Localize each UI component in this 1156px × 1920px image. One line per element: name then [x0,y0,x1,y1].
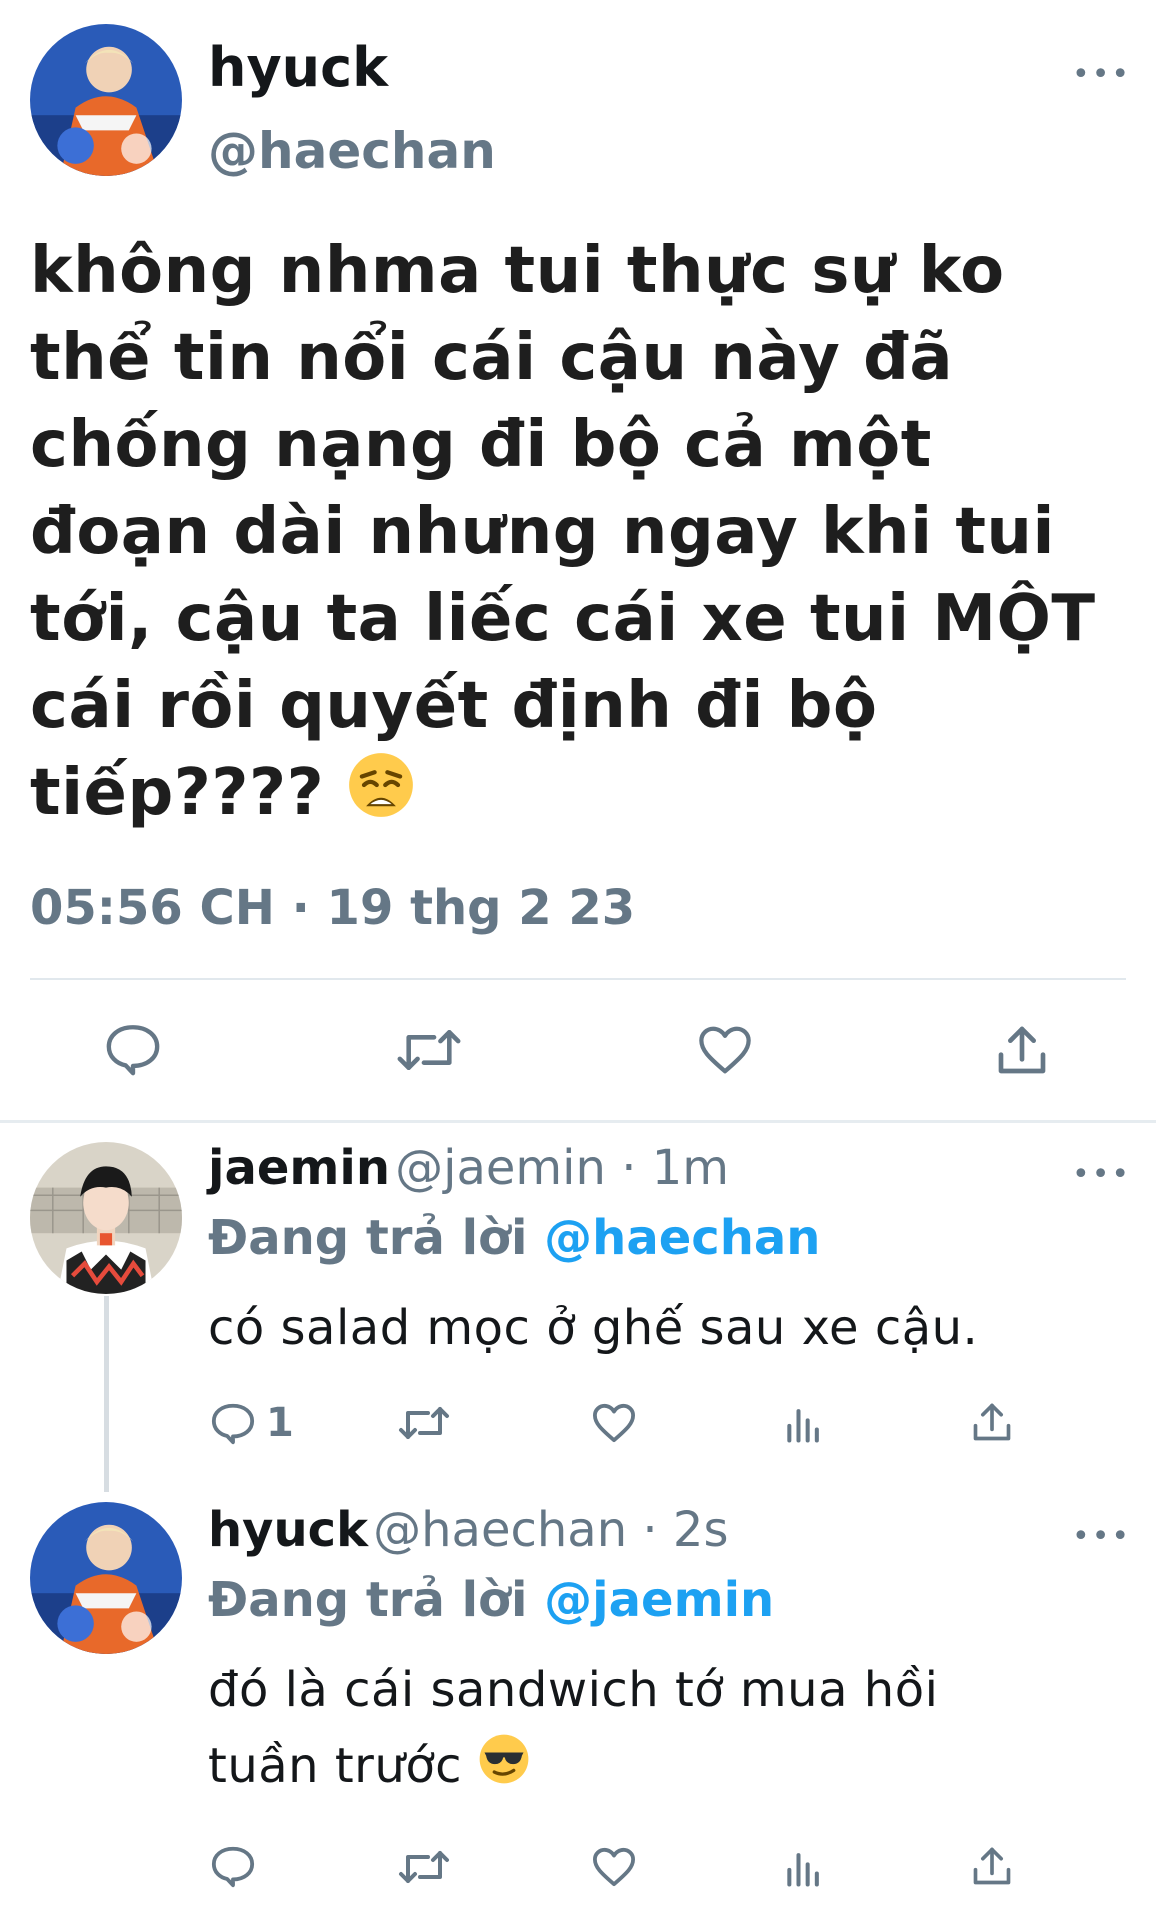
reply-avatar-hyuck[interactable] [30,1502,182,1654]
reply-icon [211,1846,255,1888]
share-icon [973,1403,1011,1441]
share-icon [973,1847,1011,1885]
like-button[interactable] [590,1402,638,1444]
reply-button[interactable] [210,1844,256,1888]
replying-to-line: Đang trả lời @haechan [208,1210,820,1266]
reply-meta: @haechan · 2s [373,1502,729,1558]
reply-text-line-2: tuần trước [208,1728,1108,1807]
avatar-image [30,24,182,176]
reply-meta: @jaemin · 1m [395,1140,730,1196]
section-divider [0,1120,1156,1123]
retweet-icon [397,1029,461,1071]
reply-header-jaemin: jaemin @jaemin · 1m [208,1140,729,1196]
reply-text-line: đó là cái sandwich tớ mua hồi [208,1662,939,1718]
retweet-button[interactable] [398,1846,450,1888]
sunglasses-emoji-icon [478,1731,530,1807]
reply-avatar-jaemin[interactable] [30,1142,182,1294]
main-tweet-handle[interactable]: @haechan [208,122,496,180]
avatar-image [30,1502,182,1654]
analytics-icon [787,1409,819,1443]
share-icon [998,1026,1046,1074]
reply-header-hyuck: hyuck @haechan · 2s [208,1502,728,1558]
thread-line [104,1296,109,1492]
replying-label: Đang trả lời [208,1572,528,1628]
main-tweet-display-name[interactable]: hyuck [208,36,388,99]
retweet-icon [399,1851,449,1883]
share-button[interactable] [970,1844,1014,1888]
main-tweet-text: không nhma tui thực sự ko thể tin nổi cá… [30,234,1096,830]
share-button[interactable] [994,1022,1050,1078]
reply-text-block: đó là cái sandwich tớ mua hồi tuần trước [208,1652,1108,1807]
analytics-button[interactable] [782,1846,826,1890]
reply-display-name[interactable]: jaemin [208,1140,390,1196]
reply-text: có salad mọc ở ghế sau xe cậu. [208,1300,979,1356]
like-button[interactable] [590,1846,638,1888]
heart-icon [593,1847,635,1887]
heart-icon [699,1026,751,1074]
replying-to-line: Đang trả lời @jaemin [208,1572,774,1628]
reply-text-line: tuần trước [208,1738,463,1794]
main-tweet-avatar[interactable] [30,24,182,176]
share-button[interactable] [970,1400,1014,1444]
reply-button[interactable]: 1 [210,1400,294,1446]
retweet-button[interactable] [396,1024,462,1076]
reply-count: 1 [266,1400,294,1446]
analytics-icon [787,1853,819,1887]
mention-link[interactable]: @haechan [544,1210,820,1266]
main-tweet-timestamp[interactable]: 05:56 CH · 19 thg 2 23 [30,880,635,936]
reply-icon [211,1403,255,1445]
more-options-icon[interactable]: ••• [1072,60,1131,90]
avatar-image [30,1142,182,1294]
reply-button[interactable] [104,1022,162,1076]
main-tweet-divider [30,978,1126,980]
heart-icon [593,1403,635,1443]
mention-link[interactable]: @jaemin [544,1572,774,1628]
more-options-icon[interactable]: ••• [1072,1522,1131,1552]
weary-face-emoji-icon [347,751,415,842]
replying-label: Đang trả lời [208,1210,528,1266]
like-button[interactable] [696,1024,754,1076]
reply-display-name[interactable]: hyuck [208,1502,368,1558]
analytics-button[interactable] [782,1402,826,1446]
main-tweet-text-block: không nhma tui thực sự ko thể tin nổi cá… [30,228,1130,842]
retweet-icon [399,1407,449,1439]
more-options-icon[interactable]: ••• [1072,1160,1131,1190]
retweet-button[interactable] [398,1402,450,1444]
reply-icon [106,1025,160,1076]
